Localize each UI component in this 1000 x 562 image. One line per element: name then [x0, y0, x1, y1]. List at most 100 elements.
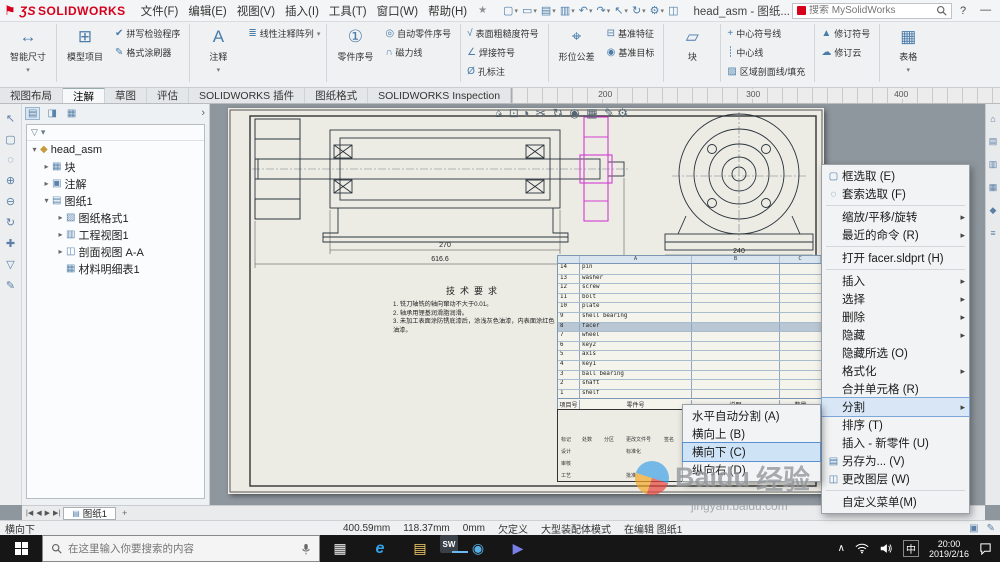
ribbon-button[interactable]: ▨ 区域剖面线/填充 [723, 62, 812, 81]
tree-expander-icon[interactable]: ▸ [55, 213, 66, 222]
ribbon-button[interactable]: ✔ 拼写检验程序 [111, 24, 187, 43]
ribbon-button[interactable]: ⊟ 基准特征 [603, 24, 662, 43]
edit-appearance-icon[interactable]: ✎ [604, 106, 614, 120]
custom-properties-tab-icon[interactable]: ≡ [990, 228, 995, 238]
zoom-area-icon[interactable]: ⊡ [509, 106, 519, 120]
context-menu-item[interactable]: 插入 - 新零件 (U) [822, 434, 969, 452]
view-orientation-icon[interactable]: ↻▾ [553, 106, 563, 120]
context-menu-item[interactable]: 隐藏 ▸ [822, 326, 969, 344]
previous-view-icon[interactable]: ◔▾ [522, 106, 529, 120]
assembly-mode-status[interactable]: 大型装配体模式 [541, 521, 611, 536]
context-menu-item[interactable]: 打开 facer.sldprt (H) [822, 249, 969, 267]
bom-column-letter[interactable]: B [692, 256, 780, 263]
view-settings-icon[interactable]: ⚙▾ [617, 106, 628, 120]
bom-row[interactable]: 1 shelf [558, 388, 821, 399]
ribbon-button[interactable]: ⊞ 模型项目 [59, 24, 111, 82]
context-menu-item[interactable]: 分割 ▸ [821, 397, 970, 417]
wifi-icon[interactable] [855, 543, 869, 554]
search-input[interactable] [808, 5, 933, 16]
filter-arrow-icon[interactable]: ▾ [41, 127, 46, 138]
ribbon-button[interactable]: ① 零件序号 [329, 24, 381, 82]
menu-item[interactable]: 编辑(E) [183, 3, 231, 19]
ribbon-button[interactable]: ┊ 中心线 [723, 43, 812, 62]
solidworks-taskbar-icon[interactable]: SW [440, 535, 468, 553]
propertymanager-tab-icon[interactable]: ◨ [45, 108, 58, 119]
redo-icon[interactable]: ↷ ▾ [594, 4, 612, 17]
bom-column-letter[interactable]: C [780, 256, 821, 263]
front-view[interactable] [664, 112, 814, 251]
pin-toolbar-icon[interactable]: ★ [478, 5, 487, 16]
view-palette-tab-icon[interactable]: ▦ [989, 182, 998, 193]
prev-sheet-icon[interactable]: ◀ [36, 509, 41, 517]
panel-expand-icon[interactable]: › [201, 107, 205, 119]
start-button[interactable] [0, 535, 42, 562]
taskbar-clock[interactable]: 20:00 2019/2/16 [929, 539, 969, 559]
assembly-section-view[interactable] [252, 118, 628, 243]
file-explorer-tab-icon[interactable]: ▥ [989, 159, 998, 170]
bom-row[interactable]: 11 bolt [558, 292, 821, 303]
ribbon-tab[interactable]: SOLIDWORKS Inspection [368, 88, 512, 103]
select-icon[interactable]: ↖ ▾ [612, 4, 630, 17]
configurationmanager-tab-icon[interactable]: ▦ [65, 108, 78, 119]
tree-item[interactable]: ▾ ▤ 图纸1 [27, 192, 204, 209]
display-style-icon[interactable]: ◉▾ [569, 106, 579, 120]
ribbon-button[interactable]: ▲ 修订符号 [817, 24, 877, 43]
context-menu-item[interactable]: ◫ 更改图层 (W) [822, 470, 969, 488]
ribbon-button[interactable]: ▱ 块 [666, 24, 718, 82]
rebuild-icon[interactable]: ↻ ▾ [630, 4, 648, 17]
tree-item[interactable]: ▸ ▣ 注解 [27, 175, 204, 192]
ribbon-button[interactable]: ∩ 磁力线 [381, 43, 458, 62]
sheet-tab[interactable]: ▤ 图纸1 [63, 506, 117, 520]
volume-icon[interactable] [879, 543, 893, 554]
tree-item[interactable]: ▸ ◫ 剖面视图 A-A [27, 243, 204, 260]
first-sheet-icon[interactable]: |◀ [26, 509, 33, 517]
status-edit-icon[interactable]: ✎ [987, 523, 995, 534]
zoom-out-icon[interactable]: ⊖ [6, 195, 15, 208]
context-menu-item[interactable]: 插入 ▸ [822, 272, 969, 290]
file-explorer-icon[interactable]: ▤ [400, 535, 440, 562]
context-menu-item[interactable]: 合并单元格 (R) [822, 380, 969, 398]
menu-item[interactable]: 插入(I) [280, 3, 324, 19]
ribbon-button[interactable]: Ø 孔标注 [463, 62, 546, 81]
submenu-item[interactable]: 横向下 (C) [682, 442, 821, 462]
minimize-button[interactable]: — [974, 4, 997, 17]
lasso-select-icon[interactable]: ◌ [7, 154, 14, 166]
help-button[interactable]: ? [954, 5, 972, 17]
context-menu-item[interactable]: 缩放/平移/旋转 ▸ [822, 208, 969, 226]
add-sheet-button[interactable]: + [119, 508, 130, 518]
action-center-icon[interactable] [979, 542, 992, 555]
ribbon-button[interactable]: ◎ 自动零件序号 [381, 24, 458, 43]
next-sheet-icon[interactable]: ▶ [45, 509, 50, 517]
context-menu-item[interactable]: 最近的命令 (R) ▸ [822, 226, 969, 244]
menu-item[interactable]: 帮助(H) [423, 3, 472, 19]
bom-row[interactable]: 8 facer [558, 321, 821, 332]
submenu-item[interactable]: 纵向右 (D) [683, 461, 820, 479]
edge-icon[interactable]: e [360, 535, 400, 562]
featuremanager-tab-icon[interactable]: ▤ [24, 106, 41, 120]
rotate-view-icon[interactable]: ↻ [6, 216, 15, 229]
tree-item[interactable]: ▦ 材料明细表1 [27, 260, 204, 277]
tree-item[interactable]: ▸ ▥ 工程视图1 [27, 226, 204, 243]
bom-row[interactable]: 3 ball bearing [558, 369, 821, 380]
tree-expander-icon[interactable]: ▸ [55, 247, 66, 256]
search-icon[interactable] [936, 5, 947, 16]
bom-row[interactable]: 2 shaft [558, 379, 821, 389]
microphone-icon[interactable] [301, 543, 311, 555]
ribbon-button[interactable]: ≣ 线性注释阵列 ▾ [244, 24, 324, 43]
ribbon-button[interactable]: √ 表面粗糙度符号 [463, 24, 546, 43]
context-menu-item[interactable]: 自定义菜单(M) [822, 493, 969, 511]
print-icon[interactable]: ▥ ▾ [558, 4, 577, 17]
bom-row[interactable]: 4 key1 [558, 359, 821, 370]
selection-filter-icon[interactable]: ▽ [6, 258, 14, 271]
annotation-tool-icon[interactable]: ✎ [6, 279, 15, 292]
context-menu-item[interactable]: ▢ 框选取 (E) [822, 167, 969, 185]
ribbon-tab[interactable]: 评估 [147, 88, 189, 103]
section-view-icon[interactable]: ✂▾ [536, 106, 546, 120]
context-menu-item[interactable]: ◌ 套索选取 (F) [822, 185, 969, 203]
open-document-icon[interactable]: ▭ ▾ [520, 4, 539, 17]
tree-item[interactable]: ▸ ▧ 图纸格式1 [27, 209, 204, 226]
photos-icon[interactable]: ◉ [458, 535, 498, 562]
file-properties-icon[interactable]: ◫ [666, 4, 681, 17]
ribbon-tab[interactable]: 视图布局 [0, 88, 63, 103]
bom-row[interactable]: 10 plate [558, 302, 821, 312]
